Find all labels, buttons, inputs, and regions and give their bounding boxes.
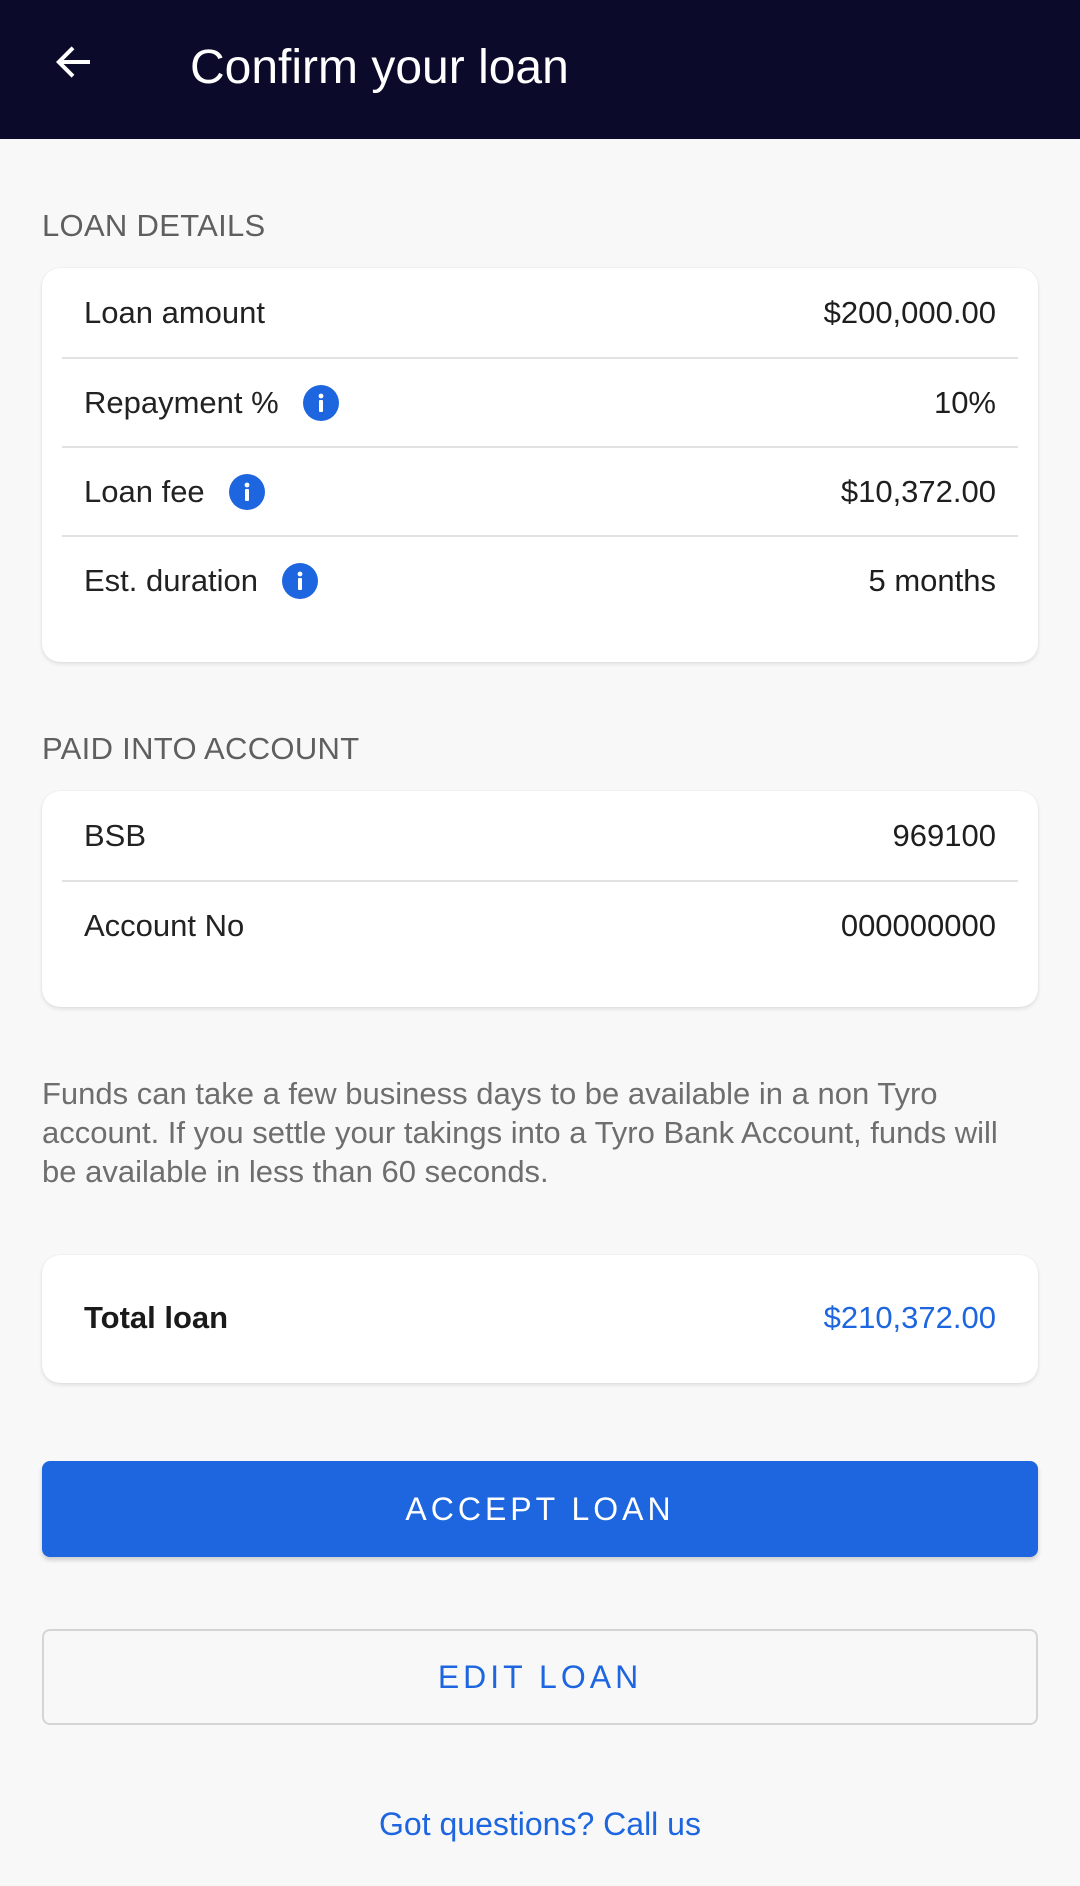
account-number-value: 000000000 [840, 907, 996, 943]
duration-row: Est. duration 5 months [62, 535, 1018, 624]
repayment-value: 10% [933, 384, 996, 420]
total-loan-row: Total loan $210,372.00 [62, 1255, 1018, 1381]
repayment-info-icon[interactable] [302, 384, 339, 421]
funds-availability-note: Funds can take a few business days to be… [42, 1076, 998, 1189]
bsb-value: 969100 [892, 817, 996, 853]
loan-details-card: Loan amount $200,000.00 Repayment % 10% … [42, 268, 1038, 662]
bsb-label: BSB [84, 817, 147, 853]
total-loan-label: Total loan [84, 1300, 229, 1335]
loan-fee-row: Loan fee $10,372.00 [62, 446, 1018, 535]
loan-fee-info-icon[interactable] [228, 473, 265, 510]
account-heading: PAID INTO ACCOUNT [42, 731, 360, 766]
loan-amount-label: Loan amount [84, 294, 265, 330]
duration-label: Est. duration [84, 562, 259, 598]
back-button[interactable] [40, 30, 108, 98]
duration-info-icon[interactable] [282, 562, 319, 599]
repayment-row: Repayment % 10% [62, 357, 1018, 446]
loan-amount-value: $200,000.00 [823, 294, 996, 330]
page-title: Confirm your loan [190, 41, 569, 94]
loan-amount-row: Loan amount $200,000.00 [62, 268, 1018, 357]
edit-loan-button[interactable]: EDIT LOAN [42, 1629, 1038, 1725]
arrow-left-icon [50, 38, 98, 91]
call-us-link[interactable]: Got questions? Call us [0, 1806, 1080, 1843]
app-bar: Confirm your loan [0, 0, 1080, 139]
duration-value: 5 months [868, 562, 996, 598]
loan-details-heading: LOAN DETAILS [42, 208, 266, 243]
repayment-label: Repayment % [84, 384, 279, 420]
account-card: BSB 969100 Account No 000000000 [42, 791, 1038, 1007]
account-number-label: Account No [84, 907, 245, 943]
loan-fee-label: Loan fee [84, 473, 205, 509]
loan-fee-value: $10,372.00 [840, 473, 996, 509]
accept-loan-button[interactable]: ACCEPT LOAN [42, 1461, 1038, 1557]
total-loan-value: $210,372.00 [823, 1300, 996, 1335]
bsb-row: BSB 969100 [62, 791, 1018, 880]
total-loan-card: Total loan $210,372.00 [42, 1255, 1038, 1383]
account-number-row: Account No 000000000 [62, 880, 1018, 969]
